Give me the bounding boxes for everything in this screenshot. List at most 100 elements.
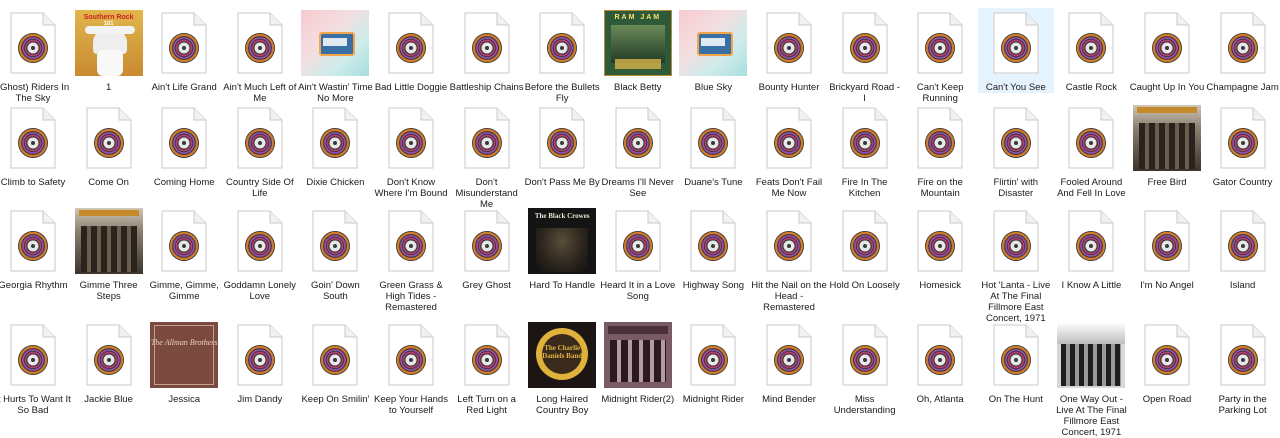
file-item-gator-country[interactable]: Gator Country (1205, 103, 1280, 188)
file-item-blue-sky[interactable]: Blue Sky (675, 8, 751, 93)
file-name-label: Fire on the Mountain (917, 177, 963, 199)
file-name-label: Coming Home (153, 177, 215, 188)
file-thumbnail (600, 206, 676, 276)
file-item-grey-ghost[interactable]: Grey Ghost (449, 206, 525, 291)
file-item-bounty-hunter[interactable]: Bounty Hunter (751, 8, 827, 93)
file-item-island[interactable]: Island (1205, 206, 1280, 291)
file-item-fooled-around-and-fell-in-love[interactable]: Fooled Around And Fell In Love (1053, 103, 1129, 199)
file-item-country-side-of-life[interactable]: Country Side Of Life (222, 103, 298, 199)
file-item-dixie-chicken[interactable]: Dixie Chicken (297, 103, 373, 188)
file-item-free-bird[interactable]: Free Bird (1129, 103, 1205, 188)
album-art-image: RAM JAM (603, 10, 672, 76)
file-thumbnail (146, 103, 222, 173)
file-item-mind-bender[interactable]: Mind Bender (751, 320, 827, 405)
file-item-castle-rock[interactable]: Castle Rock (1053, 8, 1129, 93)
file-item-battleship-chains[interactable]: Battleship Chains (449, 8, 525, 93)
file-item-don-t-pass-me-by[interactable]: Don't Pass Me By (524, 103, 600, 188)
file-item-coming-home[interactable]: Coming Home (146, 103, 222, 188)
file-name-label: (Ghost) Riders In The Sky (0, 82, 70, 104)
file-thumbnail (449, 206, 525, 276)
file-item-black-betty[interactable]: RAM JAM Black Betty (600, 8, 676, 93)
file-item-midnight-rider-2[interactable]: Midnight Rider(2) (600, 320, 676, 405)
file-item-long-haired-country-boy[interactable]: The Charlie Daniels Band Long Haired Cou… (524, 320, 600, 416)
file-item-jackie-blue[interactable]: Jackie Blue (71, 320, 147, 405)
file-thumbnail (751, 103, 827, 173)
file-item-jessica[interactable]: The Allman Brothers Jessica (146, 320, 222, 405)
file-item-it-hurts-to-want-it-so-bad[interactable]: It Hurts To Want It So Bad (0, 320, 71, 416)
file-thumbnail: The Allman Brothers (146, 320, 222, 390)
file-name-label: Bad Little Doggie (374, 82, 448, 93)
file-thumbnail (222, 206, 298, 276)
file-item-gimme-gimme-gimme[interactable]: Gimme, Gimme, Gimme (146, 206, 222, 302)
file-item-dreams-i-ll-never-see[interactable]: Dreams I'll Never See (600, 103, 676, 199)
file-name-label: Duane's Tune (684, 177, 743, 188)
file-item-bad-little-doggie[interactable]: Bad Little Doggie (373, 8, 449, 93)
file-item-hold-on-loosely[interactable]: Hold On Loosely (827, 206, 903, 291)
file-item-ain-t-life-grand[interactable]: Ain't Life Grand (146, 8, 222, 93)
file-item-heard-it-in-a-love-song[interactable]: Heard It in a Love Song (600, 206, 676, 302)
file-grid: (Ghost) Riders In The Sky Southern Rock … (0, 0, 1280, 438)
file-thumbnail (1129, 8, 1205, 78)
file-item-oh-atlanta[interactable]: Oh, Atlanta (902, 320, 978, 405)
file-item-on-the-hunt[interactable]: On The Hunt (978, 320, 1054, 405)
file-item-ghost-riders-in-the-sky[interactable]: (Ghost) Riders In The Sky (0, 8, 71, 104)
file-item-flirtin-with-disaster[interactable]: Flirtin' with Disaster (978, 103, 1054, 199)
file-item-ain-t-much-left-of-me[interactable]: Ain't Much Left of Me (222, 8, 298, 104)
file-item-one-way-out-live-at-the-final-fillmore-east-concert-1971[interactable]: One Way Out - Live At The Final Fillmore… (1053, 320, 1129, 438)
file-item-party-in-the-parking-lot[interactable]: Party in the Parking Lot (1205, 320, 1280, 416)
file-item-don-t-know-where-i-m-bound[interactable]: Don't Know Where I'm Bound (373, 103, 449, 199)
file-item-green-grass-high-tides-remastered[interactable]: Green Grass & High Tides - Remastered (373, 206, 449, 313)
file-item-hot-lanta-live-at-the-final-fillmore-east-concert-1971[interactable]: Hot 'Lanta - Live At The Final Fillmore … (978, 206, 1054, 324)
file-item-i-m-no-angel[interactable]: I'm No Angel (1129, 206, 1205, 291)
file-thumbnail (71, 206, 147, 276)
file-item-miss-understanding[interactable]: Miss Understanding (827, 320, 903, 416)
file-item-feats-don-t-fail-me-now[interactable]: Feats Don't Fail Me Now (751, 103, 827, 199)
audio-file-icon (464, 12, 510, 74)
file-thumbnail (827, 320, 903, 390)
file-item-midnight-rider[interactable]: Midnight Rider (675, 320, 751, 405)
file-item-climb-to-safety[interactable]: Climb to Safety (0, 103, 71, 188)
file-item-i-know-a-little[interactable]: I Know A Little (1053, 206, 1129, 291)
file-name-label: Fire In The Kitchen (841, 177, 888, 199)
audio-file-icon (1068, 107, 1114, 169)
file-thumbnail (222, 320, 298, 390)
file-item-hard-to-handle[interactable]: The Black Crowes Hard To Handle (524, 206, 600, 291)
audio-file-icon (917, 324, 963, 386)
file-item-gimme-three-steps[interactable]: Gimme Three Steps (71, 206, 147, 302)
file-item-fire-on-the-mountain[interactable]: Fire on the Mountain (902, 103, 978, 199)
file-item-can-t-keep-running[interactable]: Can't Keep Running (902, 8, 978, 104)
file-item-open-road[interactable]: Open Road (1129, 320, 1205, 405)
file-item-goin-down-south[interactable]: Goin' Down South (297, 206, 373, 302)
file-item-fire-in-the-kitchen[interactable]: Fire In The Kitchen (827, 103, 903, 199)
file-name-label: Left Turn on a Red Light (457, 394, 516, 416)
audio-file-icon (312, 324, 358, 386)
file-item-left-turn-on-a-red-light[interactable]: Left Turn on a Red Light (449, 320, 525, 416)
file-item-1[interactable]: Southern Rock 101 1 (71, 8, 147, 93)
file-name-label: Miss Understanding (833, 394, 896, 416)
file-thumbnail (449, 8, 525, 78)
file-item-homesick[interactable]: Homesick (902, 206, 978, 291)
file-item-brickyard-road-i[interactable]: Brickyard Road - I (827, 8, 903, 104)
file-name-label: One Way Out - Live At The Final Fillmore… (1056, 394, 1127, 438)
file-item-georgia-rhythm[interactable]: Georgia Rhythm (0, 206, 71, 291)
file-item-come-on[interactable]: Come On (71, 103, 147, 188)
file-item-hit-the-nail-on-the-head-remastered[interactable]: Hit the Nail on the Head - Remastered (751, 206, 827, 313)
file-item-goddamn-lonely-love[interactable]: Goddamn Lonely Love (222, 206, 298, 302)
file-item-keep-your-hands-to-yourself[interactable]: Keep Your Hands to Yourself (373, 320, 449, 416)
file-item-before-the-bullets-fly[interactable]: Before the Bullets Fly (524, 8, 600, 104)
file-thumbnail (902, 206, 978, 276)
file-item-champagne-jam[interactable]: Champagne Jam (1205, 8, 1280, 93)
file-thumbnail (1053, 206, 1129, 276)
file-item-highway-song[interactable]: Highway Song (675, 206, 751, 291)
file-name-label: Midnight Rider (682, 394, 745, 405)
file-item-ain-t-wastin-time-no-more[interactable]: Ain't Wastin' Time No More (297, 8, 373, 104)
file-thumbnail (675, 206, 751, 276)
file-name-label: Jim Dandy (237, 394, 283, 405)
file-item-keep-on-smilin[interactable]: Keep On Smilin' (297, 320, 373, 405)
file-item-jim-dandy[interactable]: Jim Dandy (222, 320, 298, 405)
file-item-duane-s-tune[interactable]: Duane's Tune (675, 103, 751, 188)
file-item-don-t-misunderstand-me[interactable]: Don't Misunderstand Me (449, 103, 525, 210)
file-thumbnail (1205, 8, 1280, 78)
file-item-can-t-you-see[interactable]: Can't You See (977, 8, 1054, 93)
file-item-caught-up-in-you[interactable]: Caught Up In You (1129, 8, 1205, 93)
